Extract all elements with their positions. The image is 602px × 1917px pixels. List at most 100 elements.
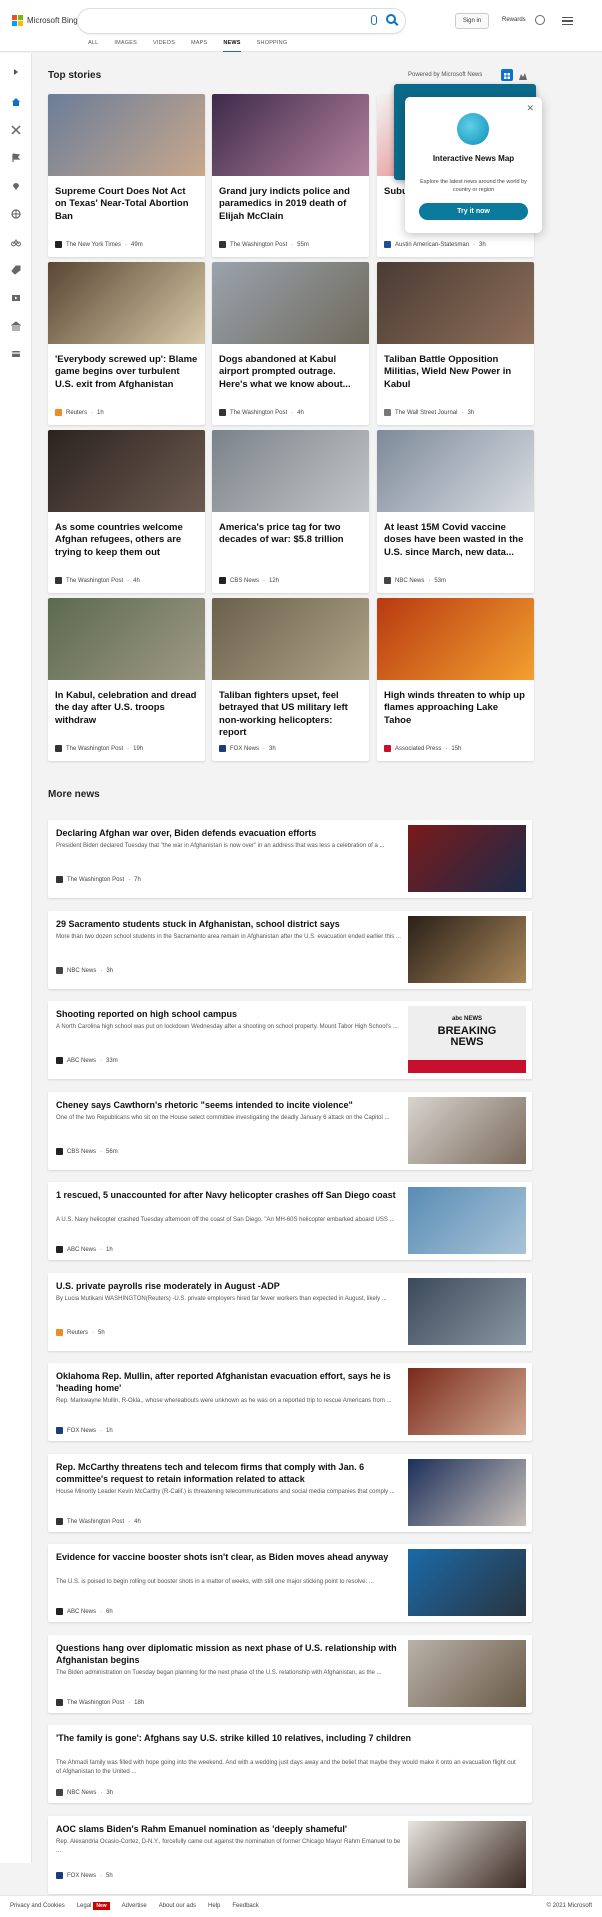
story-title[interactable]: As some countries welcome Afghan refugee… xyxy=(55,522,198,559)
microphone-icon[interactable] xyxy=(371,15,377,25)
nav-tab-maps[interactable]: MAPS xyxy=(191,40,207,52)
story-image[interactable] xyxy=(377,598,534,680)
news-thumbnail[interactable] xyxy=(408,1549,526,1616)
news-list-item[interactable]: U.S. private payrolls rise moderately in… xyxy=(48,1273,532,1351)
news-thumbnail[interactable] xyxy=(408,1278,526,1345)
flag-icon[interactable] xyxy=(11,153,21,163)
news-thumbnail[interactable] xyxy=(408,1097,526,1164)
news-thumbnail[interactable] xyxy=(408,1821,526,1888)
bing-logo[interactable]: Microsoft Bing xyxy=(12,15,78,26)
story-card[interactable]: As some countries welcome Afghan refugee… xyxy=(48,430,205,593)
nav-tab-videos[interactable]: VIDEOS xyxy=(153,40,175,52)
story-image[interactable] xyxy=(377,262,534,344)
news-title[interactable]: Cheney says Cawthorn's rhetoric "seems i… xyxy=(56,1100,404,1112)
news-thumbnail[interactable] xyxy=(408,1187,526,1254)
news-title[interactable]: 1 rescued, 5 unaccounted for after Navy … xyxy=(56,1190,404,1202)
home-icon[interactable] xyxy=(11,97,21,107)
location-pin-icon[interactable] xyxy=(11,181,21,191)
footer-link-privacy-and-cookies[interactable]: Privacy and Cookies xyxy=(10,1903,65,1909)
story-title[interactable]: Taliban Battle Opposition Militias, Wiel… xyxy=(384,354,527,391)
news-list-item[interactable]: Declaring Afghan war over, Biden defends… xyxy=(48,820,532,898)
news-title[interactable]: 29 Sacramento students stuck in Afghanis… xyxy=(56,919,404,931)
news-thumbnail[interactable] xyxy=(408,1459,526,1526)
story-title[interactable]: At least 15M Covid vaccine doses have be… xyxy=(384,522,527,559)
story-card[interactable]: At least 15M Covid vaccine doses have be… xyxy=(377,430,534,593)
globe-icon[interactable] xyxy=(11,209,21,219)
story-image[interactable] xyxy=(212,598,369,680)
footer-link-about-our-ads[interactable]: About our ads xyxy=(159,1903,196,1909)
story-card[interactable]: Taliban fighters upset, feel betrayed th… xyxy=(212,598,369,761)
news-title[interactable]: Evidence for vaccine booster shots isn't… xyxy=(56,1552,404,1564)
trophy-icon[interactable] xyxy=(535,15,545,25)
news-thumbnail[interactable] xyxy=(408,1640,526,1707)
story-title[interactable]: Taliban fighters upset, feel betrayed th… xyxy=(219,690,362,739)
news-title[interactable]: Oklahoma Rep. Mullin, after reported Afg… xyxy=(56,1371,404,1394)
news-list-item[interactable]: Evidence for vaccine booster shots isn't… xyxy=(48,1544,532,1622)
news-list-item[interactable]: Rep. McCarthy threatens tech and telecom… xyxy=(48,1454,532,1532)
footer-link-advertise[interactable]: Advertise xyxy=(122,1903,147,1909)
story-title[interactable]: Grand jury indicts police and paramedics… xyxy=(219,186,362,223)
news-list-item[interactable]: 1 rescued, 5 unaccounted for after Navy … xyxy=(48,1182,532,1260)
news-thumbnail[interactable] xyxy=(408,916,526,983)
story-card[interactable]: Taliban Battle Opposition Militias, Wiel… xyxy=(377,262,534,425)
news-title[interactable]: Rep. McCarthy threatens tech and telecom… xyxy=(56,1462,404,1485)
news-list-item[interactable]: 'The family is gone': Afghans say U.S. s… xyxy=(48,1725,532,1803)
map-view-icon[interactable] xyxy=(517,69,529,81)
story-card[interactable]: Supreme Court Does Not Act on Texas' Nea… xyxy=(48,94,205,257)
nav-tab-shopping[interactable]: SHOPPING xyxy=(257,40,288,52)
news-title[interactable]: AOC slams Biden's Rahm Emanuel nominatio… xyxy=(56,1824,404,1836)
rocket-icon[interactable] xyxy=(11,265,21,275)
sports-icon[interactable] xyxy=(11,125,21,135)
try-it-now-button[interactable]: Try it now xyxy=(419,203,528,220)
search-input[interactable] xyxy=(78,9,405,33)
story-card[interactable]: 'Everybody screwed up': Blame game begin… xyxy=(48,262,205,425)
news-title[interactable]: Shooting reported on high school campus xyxy=(56,1009,404,1021)
story-card[interactable]: Dogs abandoned at Kabul airport prompted… xyxy=(212,262,369,425)
story-image[interactable] xyxy=(212,430,369,512)
news-list-item[interactable]: AOC slams Biden's Rahm Emanuel nominatio… xyxy=(48,1816,532,1894)
story-image[interactable] xyxy=(48,262,205,344)
nav-tab-all[interactable]: ALL xyxy=(88,40,98,52)
nav-tab-images[interactable]: IMAGES xyxy=(114,40,137,52)
story-title[interactable]: 'Everybody screwed up': Blame game begin… xyxy=(55,354,198,391)
footer-link-help[interactable]: Help xyxy=(208,1903,220,1909)
news-thumbnail[interactable] xyxy=(408,825,526,892)
story-title[interactable]: High winds threaten to whip up flames ap… xyxy=(384,690,527,727)
bank-icon[interactable] xyxy=(11,321,21,331)
story-title[interactable]: Supreme Court Does Not Act on Texas' Nea… xyxy=(55,186,198,223)
story-card[interactable]: Grand jury indicts police and paramedics… xyxy=(212,94,369,257)
expand-chevron-icon[interactable] xyxy=(11,67,21,77)
news-list-item[interactable]: Oklahoma Rep. Mullin, after reported Afg… xyxy=(48,1363,532,1441)
card-icon[interactable] xyxy=(11,349,21,359)
grid-view-icon[interactable] xyxy=(501,69,513,81)
video-icon[interactable] xyxy=(11,293,21,303)
rewards-link[interactable]: Rewards xyxy=(502,17,526,23)
story-card[interactable]: America's price tag for two decades of w… xyxy=(212,430,369,593)
news-list-item[interactable]: 29 Sacramento students stuck in Afghanis… xyxy=(48,911,532,989)
story-image[interactable] xyxy=(48,598,205,680)
news-thumbnail[interactable]: abc NEWS BREAKING NEWS xyxy=(408,1006,526,1073)
news-thumbnail[interactable] xyxy=(408,1368,526,1435)
story-image[interactable] xyxy=(212,262,369,344)
footer-link-feedback[interactable]: Feedback xyxy=(232,1903,258,1909)
search-icon[interactable] xyxy=(386,14,396,24)
story-title[interactable]: In Kabul, celebration and dread the day … xyxy=(55,690,198,727)
sign-in-button[interactable]: Sign in xyxy=(455,13,489,29)
news-list-item[interactable]: Shooting reported on high school campus A… xyxy=(48,1001,532,1079)
story-image[interactable] xyxy=(48,94,205,176)
story-image[interactable] xyxy=(212,94,369,176)
footer-link-legal[interactable]: Legal New xyxy=(77,1902,110,1910)
story-card[interactable]: High winds threaten to whip up flames ap… xyxy=(377,598,534,761)
story-card[interactable]: In Kabul, celebration and dread the day … xyxy=(48,598,205,761)
nav-tab-news[interactable]: NEWS xyxy=(223,40,241,52)
story-title[interactable]: America's price tag for two decades of w… xyxy=(219,522,362,547)
news-title[interactable]: Declaring Afghan war over, Biden defends… xyxy=(56,828,404,840)
news-title[interactable]: 'The family is gone': Afghans say U.S. s… xyxy=(56,1733,516,1745)
cycling-icon[interactable] xyxy=(11,237,21,247)
news-title[interactable]: Questions hang over diplomatic mission a… xyxy=(56,1643,404,1666)
news-list-item[interactable]: Questions hang over diplomatic mission a… xyxy=(48,1635,532,1713)
news-title[interactable]: U.S. private payrolls rise moderately in… xyxy=(56,1281,404,1293)
news-list-item[interactable]: Cheney says Cawthorn's rhetoric "seems i… xyxy=(48,1092,532,1170)
story-image[interactable] xyxy=(48,430,205,512)
story-title[interactable]: Dogs abandoned at Kabul airport prompted… xyxy=(219,354,362,391)
